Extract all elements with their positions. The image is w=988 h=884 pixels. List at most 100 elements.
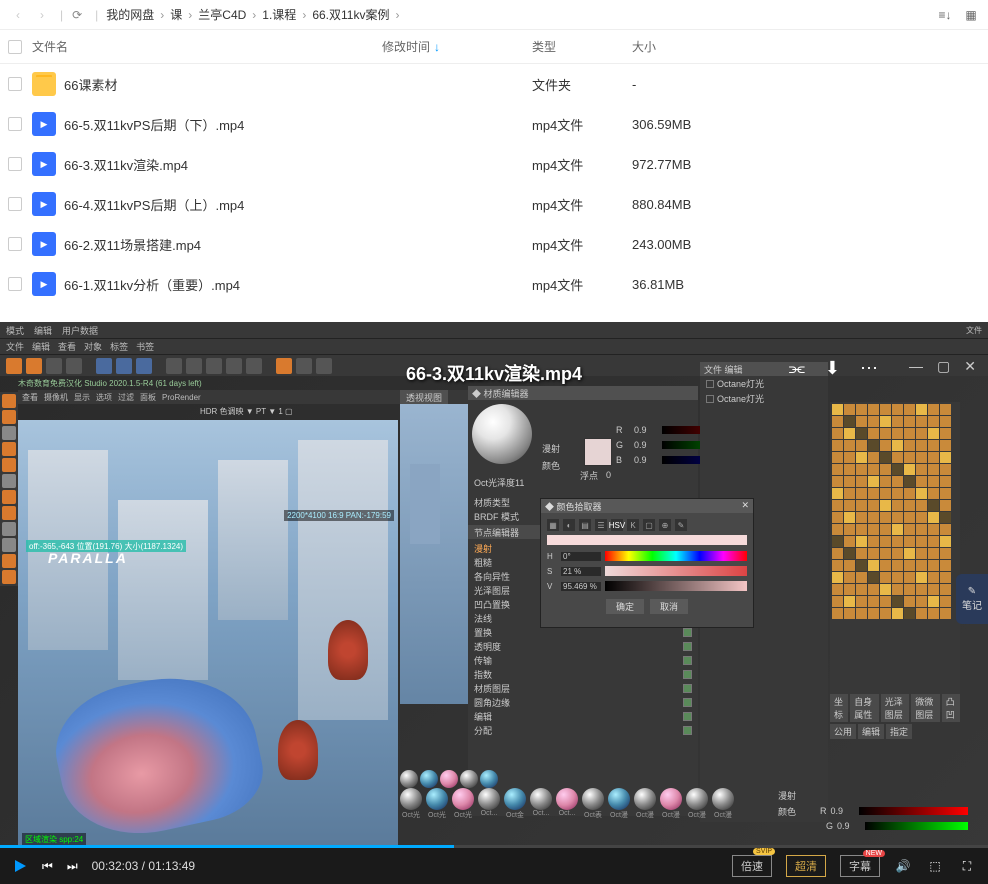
c4d-viewport: PARALLA off:-365,-643 位置(191.76) 大小(1187… (18, 420, 398, 850)
volume-icon[interactable]: 🔊 (894, 857, 912, 875)
pip-icon[interactable]: ⬚ (926, 857, 944, 875)
c4d-viewport-2 (400, 404, 468, 704)
download-icon[interactable]: ⬇ (825, 358, 840, 379)
cancel-button[interactable]: 取消 (650, 599, 688, 614)
file-checkbox[interactable] (8, 77, 22, 91)
c4d-topmenu: 模式编辑用户数据 文件 (0, 322, 988, 338)
breadcrumb-3[interactable]: 1.课程 (258, 4, 300, 25)
select-all-checkbox[interactable] (8, 40, 22, 54)
prev-button[interactable]: ⏮ (42, 859, 53, 874)
file-checkbox[interactable] (8, 277, 22, 291)
file-type: mp4文件 (532, 115, 632, 134)
file-row[interactable]: 66-5.双11kvPS后期（下）.mp4 mp4文件 306.59MB (0, 104, 988, 144)
sort-arrow-icon: ↓ (434, 40, 440, 54)
nav-forward[interactable]: › (32, 5, 52, 25)
video-player: 模式编辑用户数据 文件 文件编辑查看对象标签书签 木奇数育免费汉化 Studio… (0, 322, 988, 884)
file-row[interactable]: 66-4.双11kvPS后期（上）.mp4 mp4文件 880.84MB (0, 184, 988, 224)
attribute-rgb: 漫射 颜色R0.9 G0.9 (778, 789, 968, 834)
parallax-text: PARALLA (48, 550, 128, 566)
time-display: 00:32:03 / 01:13:49 (92, 859, 195, 873)
viewport-info: 2200*4100 16:9 PAN:-179:59 (284, 510, 394, 521)
next-button[interactable]: ⏭ (67, 859, 78, 874)
breadcrumb-4[interactable]: 66.双11kv案例 (308, 4, 393, 25)
share-icon[interactable]: ⫘ (789, 358, 805, 379)
version-label: 木奇数育免费汉化 Studio 2020.1.5-R4 (61 days lef… (18, 378, 202, 389)
video-top-icons: ⫘ ⬇ ⋯ (789, 358, 878, 379)
mateditor-title: ◆ 材质编辑器 (468, 386, 698, 400)
header-date[interactable]: 修改时间↓ (382, 38, 532, 55)
column-headers: 文件名 修改时间↓ 类型 大小 (0, 30, 988, 64)
left-toolbar (0, 392, 18, 586)
file-size: 243.00MB (632, 237, 988, 252)
file-name: 66-4.双11kvPS后期（上）.mp4 (64, 195, 244, 214)
file-size: - (632, 77, 988, 92)
c4d-screenshot: 模式编辑用户数据 文件 文件编辑查看对象标签书签 木奇数育免费汉化 Studio… (0, 322, 988, 884)
file-type: mp4文件 (532, 195, 632, 214)
file-type: mp4文件 (532, 275, 632, 294)
file-size: 306.59MB (632, 117, 988, 132)
attribute-tabs: 坐标自身属性光泽图层微微图层凸凹 公用编辑指定 (830, 692, 960, 741)
header-name[interactable]: 文件名 (32, 38, 382, 55)
video-icon (32, 272, 56, 296)
close-icon[interactable]: ✕ (741, 500, 749, 512)
file-row[interactable]: 66-3.双11kv渲染.mp4 mp4文件 972.77MB (0, 144, 988, 184)
video-icon (32, 232, 56, 256)
fullscreen-icon[interactable]: ⛶ (958, 857, 976, 875)
material-preview (472, 404, 532, 464)
file-list: 66课素材 文件夹 - 66-5.双11kvPS后期（下）.mp4 mp4文件 … (0, 64, 988, 304)
sort-icon[interactable]: ≡↓ (936, 6, 954, 24)
file-name: 66-3.双11kv渲染.mp4 (64, 155, 188, 174)
folder-icon (32, 72, 56, 96)
video-icon (32, 192, 56, 216)
color-picker: ◆ 颜色拾取器✕ ▦◐▤☰HSVK▢⊕✎ H0° S21 % V95.469 %… (540, 498, 754, 628)
file-checkbox[interactable] (8, 197, 22, 211)
diffuse-swatch (584, 438, 612, 466)
breadcrumb-bar: ‹ › | ⟳ | 我的网盘 › 课 › 兰亭C4D › 1.课程 › 66.双… (0, 0, 988, 30)
grid-view-icon[interactable]: ▦ (962, 6, 980, 24)
close-video-icon[interactable]: ✕ (964, 358, 976, 375)
quality-button[interactable]: 超清 (786, 855, 826, 877)
file-type: mp4文件 (532, 235, 632, 254)
maximize-icon[interactable]: ▢ (937, 358, 950, 375)
nav-back[interactable]: ‹ (8, 5, 28, 25)
file-size: 36.81MB (632, 277, 988, 292)
video-icon (32, 112, 56, 136)
more-icon[interactable]: ⋯ (860, 358, 878, 379)
file-name: 66-5.双11kvPS后期（下）.mp4 (64, 115, 244, 134)
speed-button[interactable]: 倍速SVIP (732, 855, 772, 877)
play-button[interactable] (12, 858, 28, 874)
viewport-overlay: off:-365,-643 位置(191.76) 大小(1187.1324) (26, 540, 186, 552)
player-controls: ⏮ ⏭ 00:32:03 / 01:13:49 倍速SVIP 超清 字幕NEW … (0, 848, 988, 884)
material-row-small (400, 770, 498, 788)
file-checkbox[interactable] (8, 157, 22, 171)
breadcrumb-root[interactable]: 我的网盘 (102, 4, 158, 25)
subtitle-button[interactable]: 字幕NEW (840, 855, 880, 877)
material-tags (830, 402, 960, 712)
ok-button[interactable]: 确定 (606, 599, 644, 614)
breadcrumb-2[interactable]: 兰亭C4D (194, 4, 250, 25)
file-size: 880.84MB (632, 197, 988, 212)
nav-refresh[interactable]: ⟳ (67, 5, 87, 25)
notes-button[interactable]: ✎ 笔记 (956, 574, 988, 624)
file-name: 66-2.双11场景搭建.mp4 (64, 235, 201, 254)
file-checkbox[interactable] (8, 237, 22, 251)
c4d-menu2: 文件编辑查看对象标签书签 (0, 338, 988, 354)
file-row[interactable]: 66课素材 文件夹 - (0, 64, 988, 104)
minimize-icon[interactable]: — (909, 358, 923, 375)
file-checkbox[interactable] (8, 117, 22, 131)
file-size: 972.77MB (632, 157, 988, 172)
material-browser: Oct光Oct光Oct光Oct...Oct金Oct...Oct...Oct表Oc… (400, 788, 734, 820)
panel2-title: 透视视图 (400, 390, 448, 405)
viewport-toolbar: HDR 色调映 ▼ PT ▼ 1 ▢ (200, 406, 293, 417)
breadcrumb-1[interactable]: 课 (166, 4, 186, 25)
file-name: 66-1.双11kv分析（重要）.mp4 (64, 275, 240, 294)
file-type: 文件夹 (532, 75, 632, 94)
notes-icon: ✎ (968, 586, 976, 597)
video-title: 66-3.双11kv渲染.mp4 (406, 360, 582, 386)
header-size[interactable]: 大小 (632, 38, 988, 55)
file-type: mp4文件 (532, 155, 632, 174)
file-row[interactable]: 66-1.双11kv分析（重要）.mp4 mp4文件 36.81MB (0, 264, 988, 304)
file-row[interactable]: 66-2.双11场景搭建.mp4 mp4文件 243.00MB (0, 224, 988, 264)
video-icon (32, 152, 56, 176)
header-type[interactable]: 类型 (532, 38, 632, 55)
